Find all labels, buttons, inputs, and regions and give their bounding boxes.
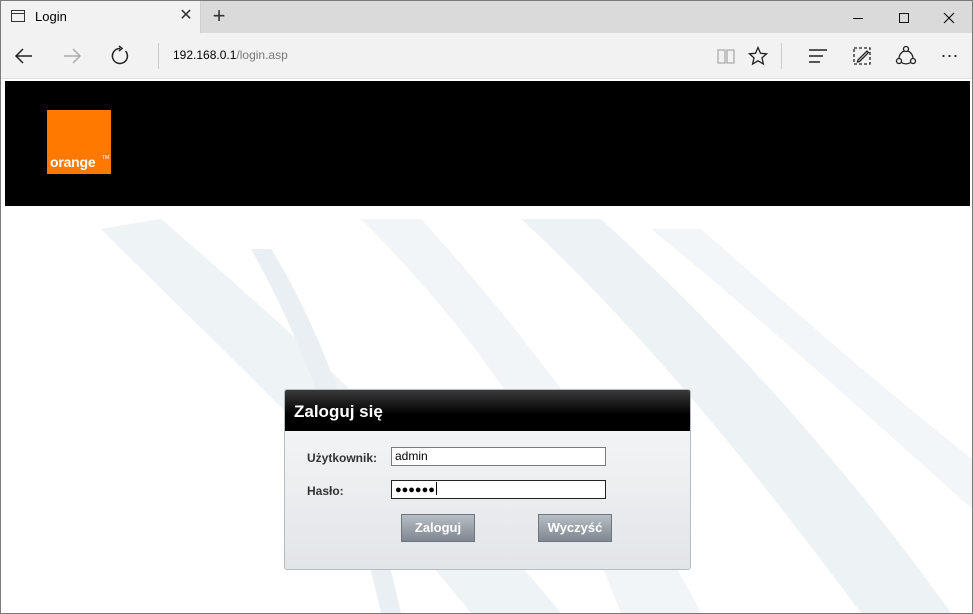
close-tab-icon[interactable]: ✕ [177, 7, 195, 25]
logo-text: orange [50, 154, 96, 170]
web-note-button[interactable] [847, 41, 877, 71]
password-label: Hasło: [307, 484, 344, 498]
back-button[interactable] [9, 41, 39, 71]
browser-toolbar: 192.168.0.1/login.asp ⋯ [1, 33, 972, 79]
hub-button[interactable] [803, 41, 833, 71]
reading-view-button[interactable] [711, 41, 741, 71]
new-tab-button[interactable]: + [207, 5, 231, 29]
star-icon [747, 45, 769, 66]
clear-button[interactable]: Wyczyść [538, 514, 612, 542]
tab-bar: Login ✕ + [1, 1, 972, 33]
password-mask: ●●●●●● [395, 482, 437, 496]
share-icon [895, 45, 917, 65]
page-viewport: orange TM Zaloguj się Użytkownik: admin … [1, 79, 972, 613]
address-bar[interactable]: 192.168.0.1/login.asp [173, 48, 288, 62]
login-dialog: Zaloguj się Użytkownik: admin Hasło: ●●●… [284, 389, 691, 570]
share-button[interactable] [891, 41, 921, 71]
tab-login[interactable]: Login ✕ [1, 1, 201, 33]
text-caret [435, 482, 437, 495]
password-dots: ●●●●●● [395, 484, 435, 496]
favorite-button[interactable] [743, 41, 773, 71]
login-button[interactable]: Zaloguj [401, 514, 475, 542]
login-title: Zaloguj się [294, 402, 383, 421]
refresh-button[interactable] [105, 41, 135, 71]
page-icon [11, 10, 25, 22]
minimize-button[interactable] [835, 1, 881, 33]
username-field[interactable]: admin [391, 447, 606, 466]
book-icon [717, 49, 735, 64]
forward-button[interactable] [57, 41, 87, 71]
address-divider [158, 43, 159, 69]
maximize-icon [899, 13, 909, 24]
minimize-icon [853, 17, 863, 19]
tab-title: Login [35, 9, 67, 24]
address-path: /login.asp [236, 48, 288, 62]
close-window-button[interactable] [926, 1, 972, 33]
username-label: Użytkownik: [307, 451, 378, 465]
arrow-right-icon [64, 48, 82, 64]
login-dialog-header: Zaloguj się [285, 390, 690, 431]
page-header: orange TM [5, 81, 970, 206]
close-icon [943, 12, 955, 24]
more-button[interactable]: ⋯ [935, 41, 965, 71]
refresh-icon [111, 45, 129, 65]
password-field[interactable]: ●●●●●● [391, 480, 606, 499]
logo-trademark: TM [102, 155, 110, 161]
arrow-left-icon [14, 48, 32, 64]
orange-logo: orange TM [47, 110, 111, 174]
maximize-button[interactable] [881, 1, 927, 33]
note-icon [853, 47, 871, 65]
browser-window: Login ✕ + 192.168.0.1/login.asp ⋯ orange… [0, 0, 973, 614]
toolbar-divider [781, 43, 782, 69]
address-host: 192.168.0.1 [173, 48, 237, 62]
hub-icon [809, 49, 827, 63]
